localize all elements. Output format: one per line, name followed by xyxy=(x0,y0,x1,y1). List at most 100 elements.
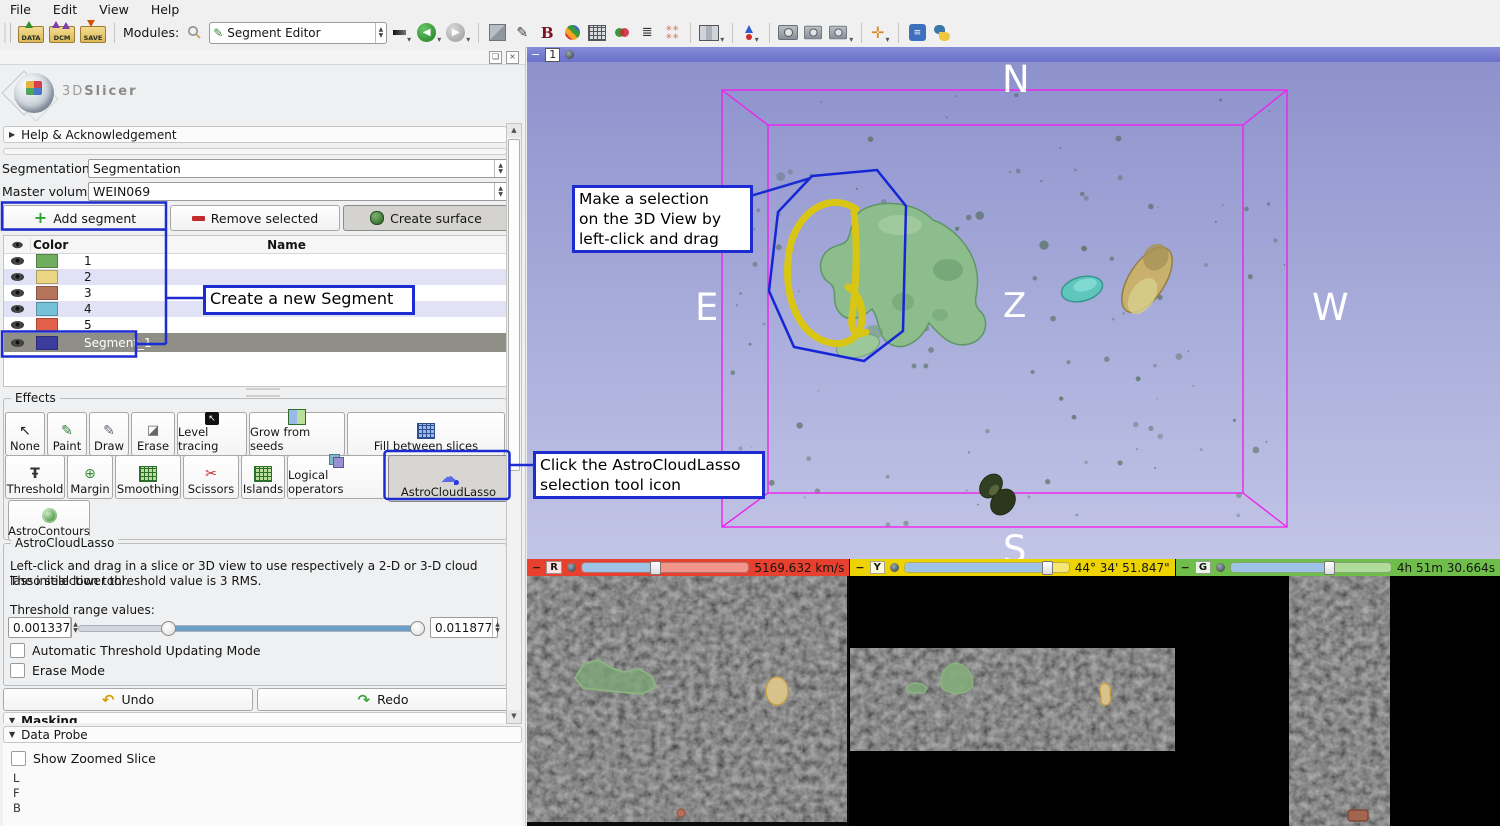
effect-paint-button[interactable]: ✎ Paint xyxy=(47,412,87,456)
slider-handle-min[interactable] xyxy=(161,621,176,636)
module-forward-button[interactable]: ▶ ▾ xyxy=(446,22,470,44)
colors-module-icon[interactable] xyxy=(562,22,582,44)
slice-minimize-button[interactable]: − xyxy=(532,562,541,573)
threshold-max-spinbox[interactable]: 0.011877 ▲ ▼ xyxy=(430,617,500,638)
markups-place-button[interactable]: ▾ xyxy=(741,22,761,44)
scene-view-restore-button[interactable]: ▾ xyxy=(828,22,853,44)
slice-pin-icon[interactable] xyxy=(1216,563,1226,572)
python-console-button[interactable] xyxy=(932,22,952,44)
segmentation-selector[interactable]: Segmentation ▲ ▼ xyxy=(88,159,508,178)
slice-view-green[interactable]: − G 4h 51m 30.664s xyxy=(1174,559,1500,826)
models-module-icon[interactable] xyxy=(612,22,632,44)
eye-icon[interactable] xyxy=(10,338,24,347)
subject-hierarchy-icon[interactable]: ≣ xyxy=(637,22,657,44)
remove-selected-button[interactable]: Remove selected xyxy=(170,205,340,231)
load-data-button[interactable]: DATA xyxy=(18,21,44,44)
green-slice-viewport[interactable] xyxy=(1175,576,1500,826)
volume-rendering-icon[interactable] xyxy=(487,22,507,44)
slider-handle-max[interactable] xyxy=(410,621,425,636)
effect-astrocloudlasso-button[interactable]: ☁ AstroCloudLasso xyxy=(388,455,509,502)
slice-pin-icon[interactable] xyxy=(566,563,576,572)
color-swatch[interactable] xyxy=(36,270,58,284)
menu-edit[interactable]: Edit xyxy=(53,2,77,17)
screenshot-button[interactable] xyxy=(778,22,799,44)
erase-mode-checkbox[interactable] xyxy=(10,663,25,678)
slice-view-yellow[interactable]: − Y 44° 34' 51.847" xyxy=(849,559,1175,826)
scroll-up-arrow[interactable]: ▲ xyxy=(507,124,521,137)
redo-button[interactable]: ↷ Redo xyxy=(257,688,509,711)
segment-row-selected[interactable]: Segment_1 xyxy=(4,333,506,352)
color-swatch[interactable] xyxy=(36,302,58,316)
menu-help[interactable]: Help xyxy=(151,2,180,17)
module-history-eraser-icon[interactable]: ▾ xyxy=(392,22,412,44)
menu-file[interactable]: File xyxy=(10,2,31,17)
panel-scrollbar[interactable]: ▲ ▼ xyxy=(506,123,522,724)
effect-none-button[interactable]: ↖ None xyxy=(5,412,45,456)
eye-icon[interactable] xyxy=(10,305,24,313)
effect-fill-between-slices-button[interactable]: Fill between slices xyxy=(347,412,505,456)
effect-logical-operators-button[interactable]: Logical operators xyxy=(287,454,385,499)
segment-row[interactable]: 2 xyxy=(4,269,506,285)
add-segment-button[interactable]: + Add segment xyxy=(3,205,167,231)
show-zoomed-slice-checkbox[interactable] xyxy=(11,751,26,766)
layout-selector-button[interactable]: ▾ xyxy=(699,22,724,44)
scene-view-capture-button[interactable] xyxy=(803,22,823,44)
color-swatch[interactable] xyxy=(36,286,58,300)
effect-erase-button[interactable]: ◪ Erase xyxy=(131,412,175,456)
module-search-icon[interactable] xyxy=(184,22,204,44)
astro-sample-data-icon[interactable]: ✳✳ ✳✳ xyxy=(662,22,682,44)
yellow-slice-viewport[interactable] xyxy=(850,576,1175,826)
effect-islands-button[interactable]: Islands xyxy=(241,455,285,499)
color-swatch[interactable] xyxy=(36,254,58,268)
load-dicom-button[interactable]: DCM xyxy=(49,21,75,44)
view-minimize-button[interactable]: − xyxy=(531,48,540,61)
undock-panel-icon[interactable]: ❏ xyxy=(489,51,502,64)
save-button[interactable]: SAVE xyxy=(80,20,106,44)
effect-grow-from-seeds-button[interactable]: Grow from seeds xyxy=(249,409,345,456)
toolbar-drag-handle[interactable] xyxy=(4,22,11,43)
effect-margin-button[interactable]: ⊕ Margin xyxy=(67,455,113,499)
color-swatch[interactable] xyxy=(36,335,58,350)
eye-icon[interactable] xyxy=(10,273,24,281)
effect-threshold-button[interactable]: Ŧ Threshold xyxy=(5,455,65,499)
segment-row[interactable]: 1 xyxy=(4,253,506,269)
slice-minimize-button[interactable]: − xyxy=(1181,562,1190,573)
effect-level-tracing-button[interactable]: ↖ Level tracing xyxy=(177,412,247,456)
segment-row[interactable]: 5 xyxy=(4,317,506,333)
close-panel-icon[interactable]: × xyxy=(506,51,519,64)
threshold-min-spinbox[interactable]: 0.001337 ▲ ▼ xyxy=(8,617,78,638)
tables-module-icon[interactable] xyxy=(587,22,607,44)
beta-module-icon[interactable]: B xyxy=(537,22,557,44)
auto-threshold-checkbox[interactable] xyxy=(10,643,25,658)
eye-icon[interactable] xyxy=(10,257,24,265)
scroll-down-arrow[interactable]: ▼ xyxy=(507,710,521,723)
scroll-thumb[interactable] xyxy=(508,139,520,471)
extensions-manager-button[interactable]: ≡ xyxy=(907,22,927,44)
red-slice-viewport[interactable] xyxy=(527,576,850,826)
color-swatch[interactable] xyxy=(36,318,58,332)
module-back-button[interactable]: ◀ ▾ xyxy=(417,22,441,44)
undo-button[interactable]: ↶ Undo xyxy=(3,688,253,711)
threshold-range-slider[interactable] xyxy=(78,621,425,636)
menu-view[interactable]: View xyxy=(99,2,129,17)
annotate-pen-icon[interactable]: ✎ xyxy=(512,22,532,44)
module-selector[interactable]: ✎ Segment Editor ▲ ▼ xyxy=(209,21,388,44)
green-slice-slider[interactable] xyxy=(1230,561,1392,575)
yellow-slice-slider[interactable] xyxy=(903,561,1070,575)
red-slice-slider[interactable] xyxy=(580,561,750,575)
effect-draw-button[interactable]: ✎ Draw xyxy=(89,412,129,456)
create-surface-button[interactable]: Create surface xyxy=(343,205,509,231)
slice-minimize-button[interactable]: − xyxy=(855,562,864,573)
panel-splitter-handle[interactable] xyxy=(245,388,280,397)
slice-pin-icon[interactable] xyxy=(889,563,899,572)
crosshair-button[interactable]: ✛ ▾ xyxy=(870,22,890,44)
master-volume-selector[interactable]: WEIN069 ▲ ▼ xyxy=(88,182,508,201)
view-pin-icon[interactable] xyxy=(565,50,575,59)
effect-astrocontours-button[interactable]: AstroContours xyxy=(8,500,90,541)
help-acknowledgement-bar[interactable]: ▶ Help & Acknowledgement xyxy=(3,126,507,143)
data-probe-bar[interactable]: ▼ Data Probe xyxy=(3,726,522,743)
effect-scissors-button[interactable]: ✂ Scissors xyxy=(183,455,239,499)
effect-smoothing-button[interactable]: Smoothing xyxy=(115,455,181,499)
eye-icon[interactable] xyxy=(10,321,24,329)
eye-icon[interactable] xyxy=(10,289,24,297)
